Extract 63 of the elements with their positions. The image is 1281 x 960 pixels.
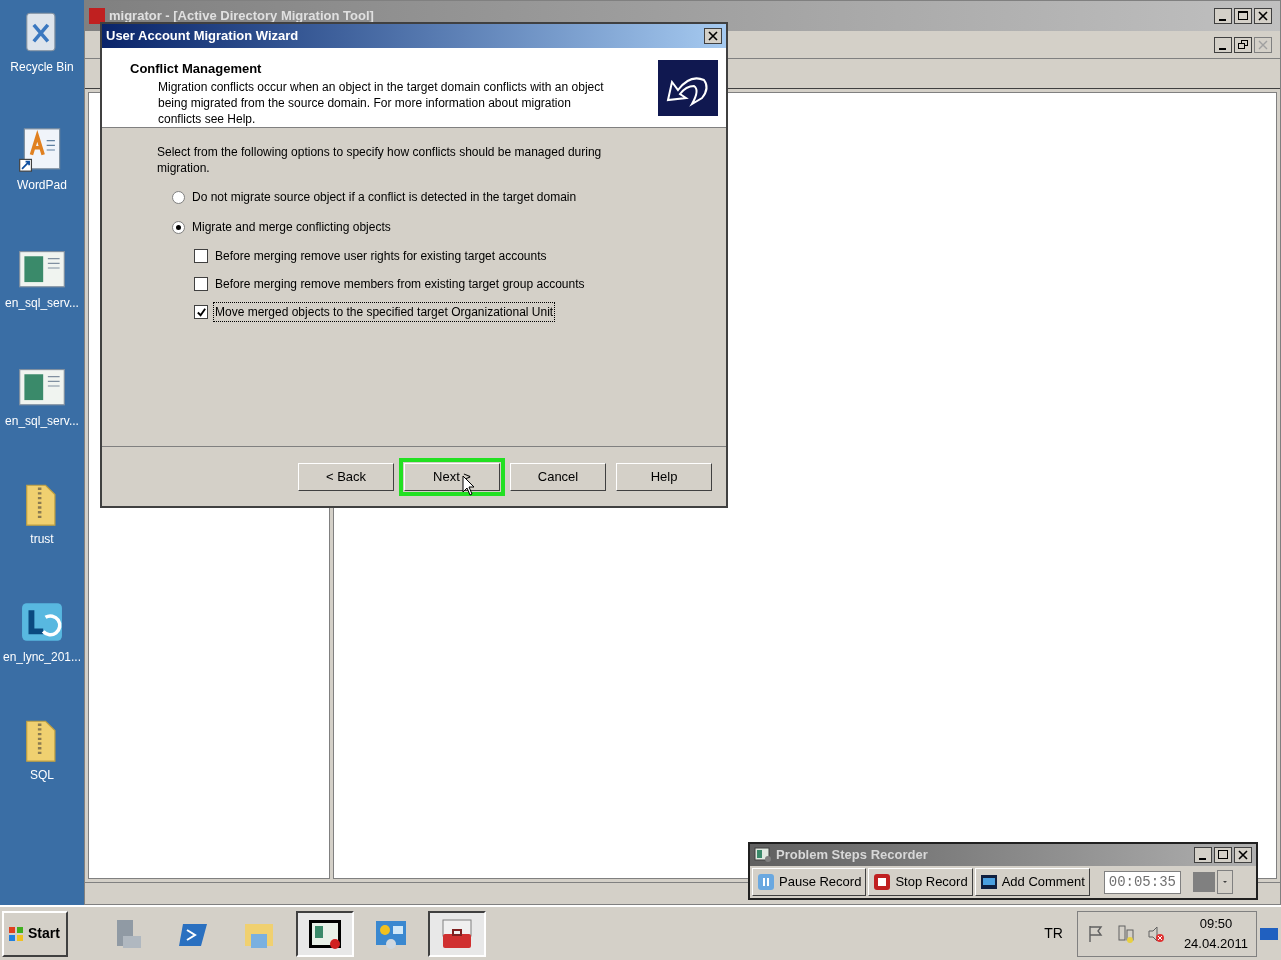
close-button[interactable] [1234, 847, 1252, 863]
maximize-icon [1215, 848, 1231, 862]
restore-button[interactable] [1234, 36, 1252, 53]
page-description: Migration conflicts occur when an object in the target domain conflicts with an object being migrated from the source domain. For more information about migration conflicts see Help. [157, 78, 605, 127]
mouse-pointer-icon [462, 474, 476, 497]
minimize-button[interactable] [1194, 847, 1212, 863]
close-button[interactable] [1254, 8, 1272, 24]
icon-label[interactable]: en_sql_serv... [5, 414, 79, 428]
checkbox[interactable] [194, 277, 208, 291]
minimize-icon [1219, 19, 1226, 21]
maximize-icon [1235, 9, 1251, 23]
dialog-title: User Account Migration Wizard [106, 27, 300, 46]
comment-icon [979, 873, 998, 891]
close-button[interactable] [704, 28, 722, 44]
checkbox[interactable] [194, 249, 208, 263]
recorder-icon [754, 847, 772, 863]
clock-time[interactable]: 09:50 [1199, 914, 1233, 934]
radio-button[interactable] [172, 220, 185, 234]
pause-icon [757, 873, 775, 891]
icon-label[interactable]: SQL [30, 768, 54, 782]
minimize-button[interactable] [1214, 8, 1232, 24]
close-icon [1255, 9, 1271, 23]
recorder-button[interactable]: Stop Record [868, 868, 973, 896]
minimize-button[interactable] [1214, 36, 1232, 53]
close-icon [1235, 848, 1251, 862]
start-button[interactable]: Start [2, 910, 68, 957]
language-indicator[interactable]: TR [1044, 923, 1063, 944]
instruction-text: Select from the following options to specify how conflicts should be managed during migration. [157, 144, 603, 176]
maximize-button[interactable] [1234, 8, 1252, 24]
option-label[interactable]: Migrate and merge conflicting objects [191, 218, 392, 236]
recorder-button[interactable]: Add Comment [974, 868, 1090, 896]
icon-label[interactable]: WordPad [17, 178, 67, 192]
wizard-button[interactable]: < Back [298, 462, 394, 491]
wizard-button[interactable]: Help [616, 462, 712, 491]
app-icon [89, 8, 105, 24]
recorder-title: Problem Steps Recorder [776, 846, 929, 865]
option-label[interactable]: Move merged objects to the specified target Organizational Unit [214, 303, 555, 321]
wizard-button[interactable]: Cancel [510, 462, 606, 491]
stop-icon [873, 873, 892, 891]
restore-icon [1235, 37, 1251, 52]
option-label[interactable]: Before merging remove user rights for existing target accounts [214, 247, 548, 265]
minimize-icon [1219, 47, 1226, 50]
timer-display: 00:05:35 [1103, 870, 1181, 894]
recorder-button[interactable]: Pause Record [752, 868, 867, 896]
checkbox[interactable] [194, 305, 208, 319]
color-swatch [1192, 872, 1215, 892]
clock-date[interactable]: 24.04.2011 [1183, 933, 1248, 953]
window-title: migrator - [Active Directory Migration Tool] [109, 7, 375, 26]
icon-label[interactable]: Recycle Bin [10, 60, 74, 74]
windows-logo-icon [8, 925, 24, 942]
dropdown-button[interactable] [1216, 870, 1233, 894]
taskbar-button[interactable] [428, 910, 486, 957]
icon-label[interactable]: trust [30, 532, 54, 546]
page-title: Conflict Management [130, 60, 263, 78]
icon-label[interactable]: en_lync_201... [2, 650, 82, 664]
option-label[interactable]: Do not migrate source object if a conflict is detected in the target domain [191, 188, 578, 206]
option-label[interactable]: Before merging remove members from existing target group accounts [214, 275, 586, 293]
close-icon [705, 29, 721, 43]
icon-label[interactable]: en_sql_serv... [5, 296, 79, 310]
maximize-button[interactable] [1214, 847, 1232, 863]
radio-button[interactable] [172, 190, 185, 204]
taskbar-button[interactable] [296, 910, 354, 957]
minimize-icon [1199, 858, 1206, 860]
